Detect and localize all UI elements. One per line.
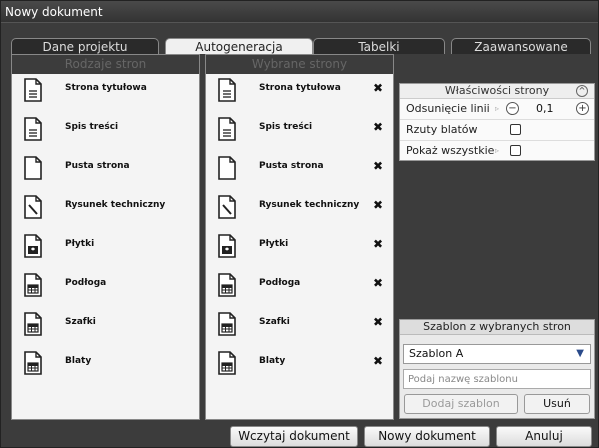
- increment-button[interactable]: +: [576, 102, 589, 115]
- load-document-button[interactable]: Wczytaj dokument: [230, 426, 358, 447]
- tab-autogeneration[interactable]: Autogeneracja: [165, 38, 313, 54]
- new-document-button[interactable]: Nowy dokument: [364, 426, 490, 447]
- countertops-label: Rzuty blatów: [406, 123, 478, 136]
- add-template-button[interactable]: Dodaj szablon: [404, 394, 518, 414]
- template-select[interactable]: Szablon A ▼: [403, 344, 591, 364]
- tab-tables[interactable]: Tabelki: [313, 38, 445, 54]
- list-item-label: Strona tytułowa: [259, 83, 341, 93]
- list-item-label: Rysunek techniczny: [65, 200, 166, 210]
- remove-icon[interactable]: ✖: [373, 81, 383, 95]
- list-item-label: Spis treści: [65, 122, 119, 132]
- line-spacing-label: Odsunięcie linii: [406, 102, 490, 115]
- list-item-label: Blaty: [65, 356, 92, 366]
- decrement-button[interactable]: −: [506, 102, 519, 115]
- list-item[interactable]: Pusta strona ✖: [206, 153, 393, 192]
- show-all-checkbox[interactable]: [510, 145, 521, 156]
- countertops-row: Rzuty blatów: [400, 120, 594, 141]
- list-item[interactable]: Pusta strona: [12, 153, 199, 192]
- list-item-label: Szafki: [65, 317, 96, 327]
- show-all-row: Pokaż wszystkie ▹: [400, 141, 594, 161]
- list-item-label: Strona tytułowa: [65, 83, 147, 93]
- list-item-label: Rysunek techniczny: [259, 200, 360, 210]
- list-item[interactable]: Rysunek techniczny ✖: [206, 192, 393, 231]
- list-item-label: Podłoga: [65, 278, 107, 288]
- collapse-icon[interactable]: ^: [576, 85, 588, 97]
- list-item[interactable]: Blaty ✖: [206, 348, 393, 387]
- list-item-label: Pusta strona: [65, 161, 130, 171]
- tab-project-data[interactable]: Dane projektu: [11, 38, 159, 54]
- tab-advanced[interactable]: Zaawansowane: [451, 38, 591, 54]
- list-item[interactable]: Szafki ✖: [206, 309, 393, 348]
- chevron-down-icon: ▼: [576, 348, 584, 359]
- list-item-label: Podłoga: [259, 278, 301, 288]
- page-types-panel: Rodzaje stron Strona tytułowa Spis treści…: [11, 54, 200, 420]
- list-item-label: Płytki: [259, 239, 289, 249]
- new-document-dialog: Nowy dokument Dane projektu Autogeneracj…: [0, 0, 599, 448]
- list-item[interactable]: Spis treści: [12, 114, 199, 153]
- page-types-title: Rodzaje stron: [12, 55, 199, 74]
- list-item[interactable]: Blaty: [12, 348, 199, 387]
- list-item-label: Pusta strona: [259, 161, 324, 171]
- remove-icon[interactable]: ✖: [373, 354, 383, 368]
- delete-template-button[interactable]: Usuń: [524, 394, 590, 414]
- list-item[interactable]: Rysunek techniczny: [12, 192, 199, 231]
- list-item-label: Szafki: [259, 317, 290, 327]
- list-item[interactable]: Strona tytułowa ✖: [206, 75, 393, 114]
- list-item-label: Spis treści: [259, 122, 313, 132]
- cancel-button[interactable]: Anuluj: [496, 426, 592, 447]
- list-item[interactable]: Podłoga ✖: [206, 270, 393, 309]
- template-name-input[interactable]: [403, 369, 591, 389]
- line-spacing-stepper: − 0,1 +: [506, 102, 589, 116]
- template-panel: Szablon z wybranych stron Szablon A ▼ Do…: [399, 319, 595, 419]
- remove-icon[interactable]: ✖: [373, 120, 383, 134]
- countertops-checkbox[interactable]: [510, 124, 521, 135]
- remove-icon[interactable]: ✖: [373, 198, 383, 212]
- remove-icon[interactable]: ✖: [373, 159, 383, 173]
- arrow-icon: ▹: [495, 146, 500, 155]
- arrow-icon: ▹: [495, 104, 500, 113]
- remove-icon[interactable]: ✖: [373, 276, 383, 290]
- template-title: Szablon z wybranych stron: [400, 320, 594, 335]
- list-item[interactable]: Szafki: [12, 309, 199, 348]
- list-item-label: Blaty: [259, 356, 286, 366]
- list-item[interactable]: Płytki: [12, 231, 199, 270]
- list-item[interactable]: Strona tytułowa: [12, 75, 199, 114]
- list-item[interactable]: Płytki ✖: [206, 231, 393, 270]
- show-all-label: Pokaż wszystkie: [406, 144, 495, 157]
- line-spacing-row: Odsunięcie linii ▹ − 0,1 +: [400, 99, 594, 120]
- window-title: Nowy dokument: [1, 1, 598, 23]
- selected-pages-list: Strona tytułowa ✖ Spis treści ✖ Pusta strona…: [206, 75, 393, 387]
- page-types-list: Strona tytułowa Spis treści Pusta strona Ry…: [12, 75, 199, 387]
- line-spacing-value: 0,1: [536, 102, 554, 115]
- selected-pages-panel: Wybrane strony Strona tytułowa ✖ Spis treś…: [205, 54, 394, 420]
- tab-bar: Dane projektu Autogeneracja Tabelki Zaaw…: [11, 38, 593, 54]
- list-item[interactable]: Podłoga: [12, 270, 199, 309]
- page-properties-title: Właściwości strony: [444, 84, 550, 97]
- list-item-label: Płytki: [65, 239, 95, 249]
- remove-icon[interactable]: ✖: [373, 315, 383, 329]
- selected-pages-title: Wybrane strony: [206, 55, 393, 74]
- template-selected-value: Szablon A: [409, 347, 464, 360]
- list-item[interactable]: Spis treści ✖: [206, 114, 393, 153]
- page-properties-panel: Właściwości strony ^ Odsunięcie linii ▹ …: [399, 83, 595, 161]
- page-properties-header: Właściwości strony ^: [400, 84, 594, 99]
- remove-icon[interactable]: ✖: [373, 237, 383, 251]
